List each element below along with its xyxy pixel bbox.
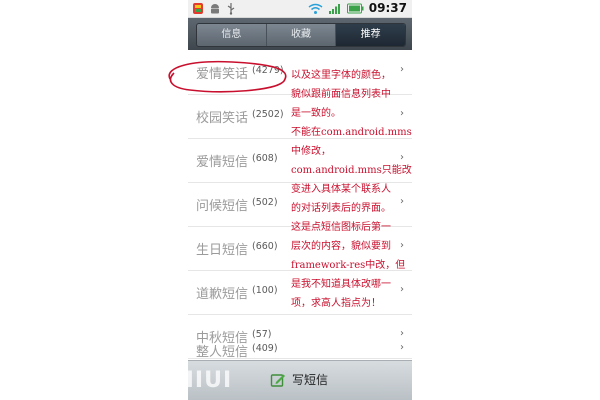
annotation-line: com.android.mms只能改 [291, 165, 412, 176]
annotation-line: 中修改， [291, 146, 331, 157]
list-item-count: (502) [252, 197, 278, 208]
signal-icon [328, 3, 340, 14]
annotation-line: 是我不知道具体改哪一 [291, 279, 391, 290]
annotation-line: 这是点短信图标后第一 [291, 222, 391, 233]
list-item-count: (2502) [252, 109, 284, 120]
annotation-line: 层次的内容，貌似要到 [291, 241, 391, 252]
list-item-name: 问候短信 [196, 199, 249, 214]
list-item-name: 道歉短信 [196, 287, 249, 302]
annotation-line: 貌似跟前面信息列表中 [291, 89, 391, 100]
annotation-line: 变进入具体某个联系人 [291, 184, 391, 195]
status-left-icons [192, 2, 236, 15]
compose-button[interactable]: 写短信 [270, 371, 328, 388]
annotation-line: framework-res中改，但 [291, 260, 406, 271]
list-item-count: (660) [252, 241, 278, 252]
annotation-line: 不能在com.android.mms [291, 127, 412, 138]
chevron-right-icon: › [400, 342, 404, 353]
compose-label: 写短信 [292, 373, 329, 387]
wifi-icon [308, 3, 323, 14]
tab-bar: 信息 收藏 推荐 [188, 18, 412, 50]
red-text-annotation: 以及这里字体的颜色， 貌似跟前面信息列表中 是一致的。 不能在com.andro… [291, 66, 417, 313]
miui-watermark: MIUI [172, 368, 233, 393]
status-clock: 09:37 [368, 1, 407, 15]
annotation-line: 以及这里字体的颜色， [291, 70, 391, 81]
status-right-icons: 09:37 [308, 1, 407, 16]
status-bar: 09:37 [188, 0, 412, 18]
list-item-name: 校园笑话 [196, 111, 249, 126]
annotation-line: 项，求高人指点为！ [291, 298, 381, 309]
battery-icon [346, 3, 364, 14]
android-icon [211, 4, 219, 14]
list-item-name: 生日短信 [196, 243, 249, 258]
tab-messages[interactable]: 信息 [197, 24, 267, 46]
app-notification-icon [193, 3, 203, 14]
list-item-name: 爱情短信 [196, 155, 249, 170]
list-item-name: 整人短信 [196, 345, 249, 360]
list-item-count: (100) [252, 285, 278, 296]
list-item-count: (409) [252, 343, 278, 354]
list-item-count: (608) [252, 153, 278, 164]
annotation-line: 的对话列表后的界面。 [291, 203, 391, 214]
tab-favorites[interactable]: 收藏 [267, 24, 337, 46]
usb-icon [227, 3, 235, 15]
red-circle-annotation [168, 60, 287, 93]
list-item[interactable]: 整人短信 (409) › [188, 338, 412, 360]
tab-group: 信息 收藏 推荐 [196, 23, 406, 47]
tab-recommended[interactable]: 推荐 [336, 24, 405, 46]
annotation-line: 是一致的。 [291, 108, 341, 119]
compose-icon [270, 373, 285, 387]
